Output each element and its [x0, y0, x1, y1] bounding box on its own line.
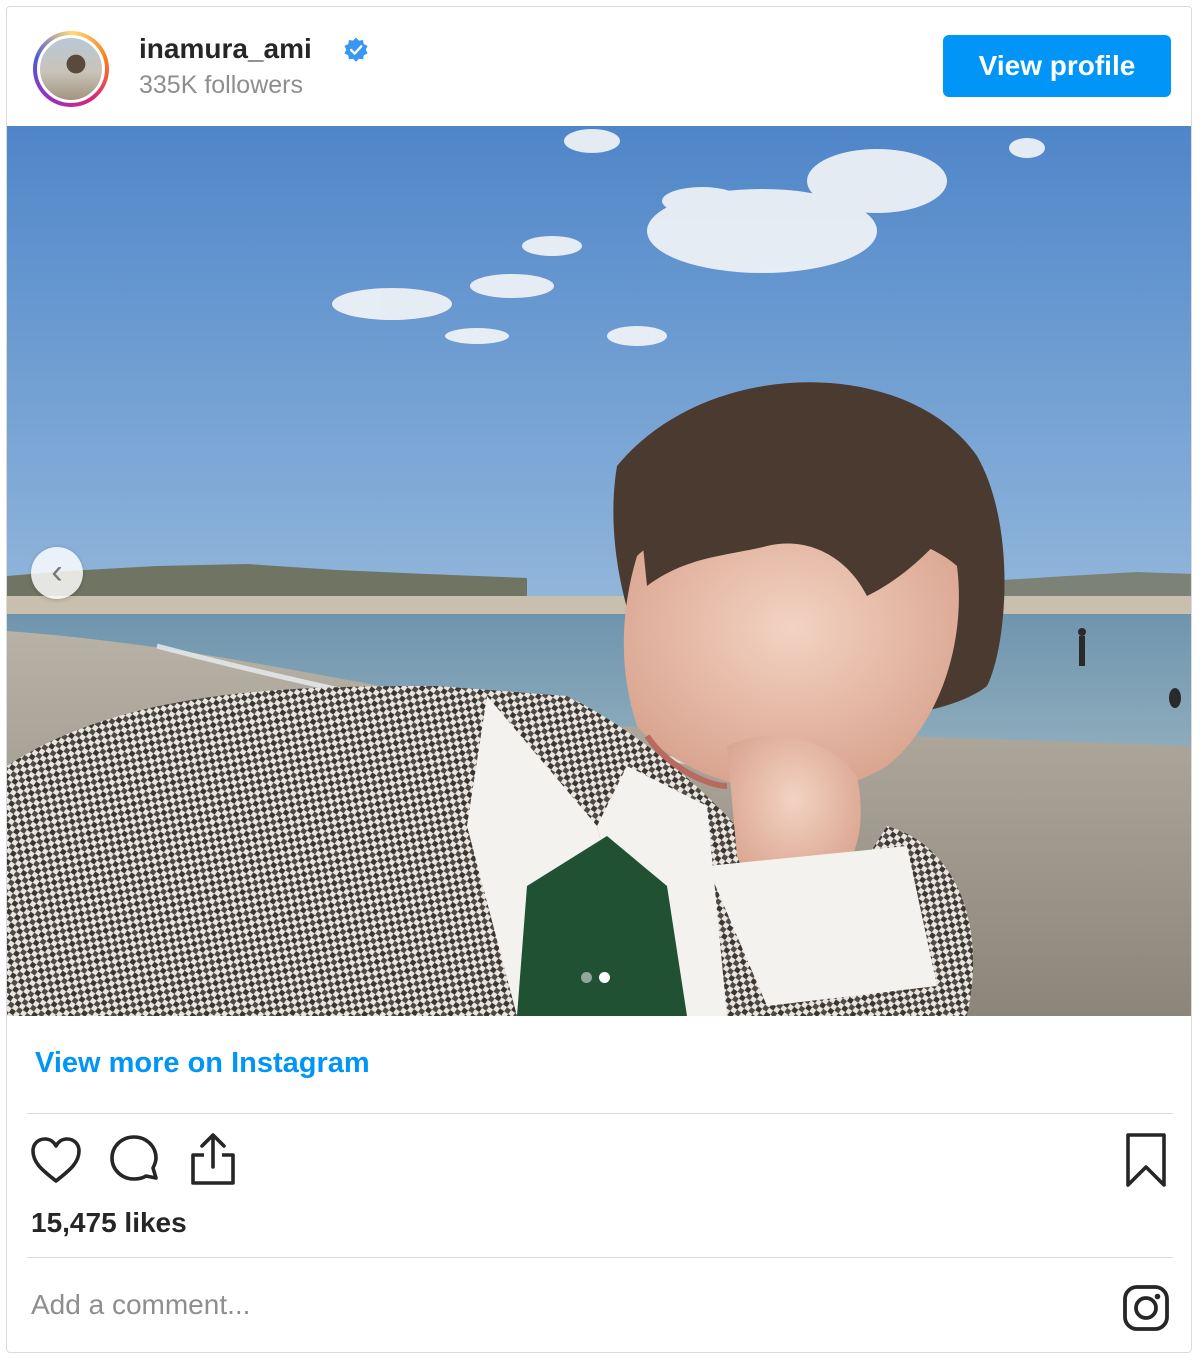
carousel-prev-button[interactable]: ‹	[31, 547, 83, 599]
avatar-ring[interactable]	[33, 31, 109, 107]
instagram-embed-card: inamura_ami 335K followers View profile	[6, 6, 1192, 1353]
share-icon[interactable]	[187, 1131, 239, 1187]
follower-count: 335K followers	[139, 71, 303, 99]
view-more-link[interactable]: View more on Instagram	[35, 1047, 370, 1080]
comment-icon[interactable]	[107, 1133, 163, 1187]
beach-selfie-photo	[7, 126, 1191, 1016]
username[interactable]: inamura_ami	[139, 33, 312, 65]
heart-icon[interactable]	[29, 1135, 83, 1185]
add-comment-field[interactable]: Add a comment...	[31, 1289, 250, 1321]
avatar[interactable]	[37, 35, 105, 103]
instagram-logo-icon[interactable]	[1121, 1283, 1171, 1333]
verified-badge-icon	[344, 37, 368, 62]
carousel-indicator	[581, 972, 621, 984]
view-profile-button[interactable]: View profile	[943, 35, 1171, 97]
divider	[27, 1113, 1173, 1114]
save-bookmark-icon[interactable]	[1123, 1131, 1169, 1189]
post-photo[interactable]: ‹	[7, 126, 1191, 1016]
post-header: inamura_ami 335K followers View profile	[7, 7, 1191, 126]
divider	[27, 1257, 1173, 1258]
like-count: 15,475 likes	[31, 1207, 187, 1238]
carousel-dot	[581, 972, 592, 983]
carousel-dot-active	[599, 972, 610, 983]
